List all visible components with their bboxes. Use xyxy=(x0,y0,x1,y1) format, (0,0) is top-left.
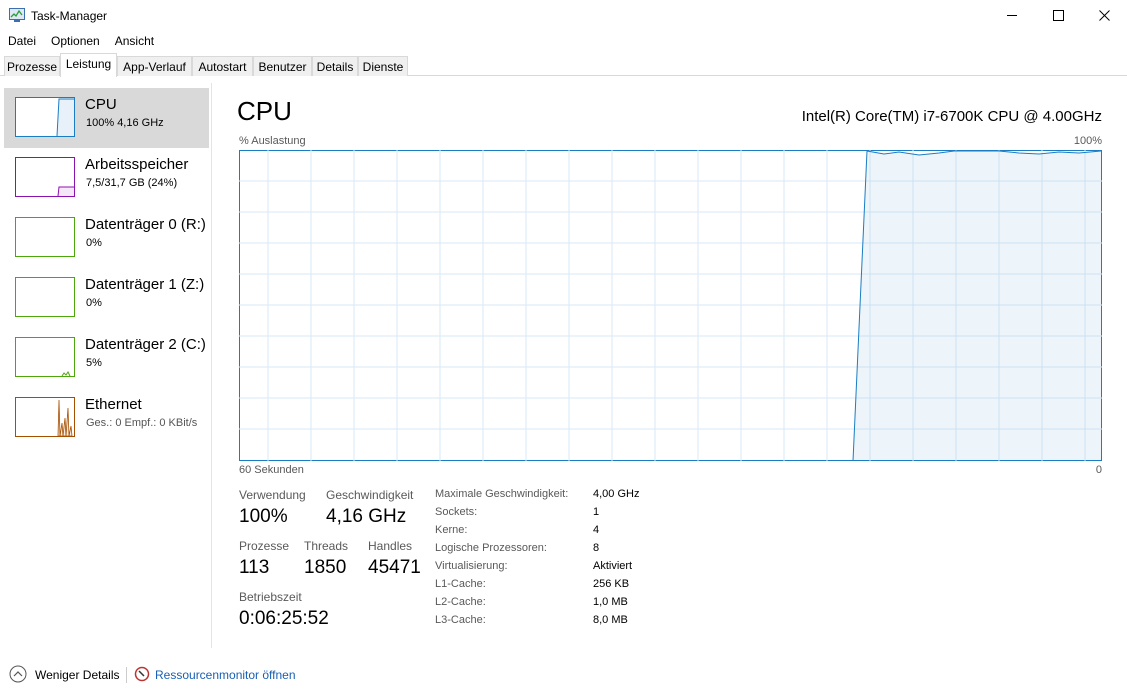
menu-options[interactable]: Optionen xyxy=(43,31,107,51)
task-manager-icon xyxy=(9,8,25,22)
cpu-usage-area xyxy=(853,151,1101,461)
processes-label: Prozesse xyxy=(239,539,290,553)
close-button[interactable] xyxy=(1081,0,1127,31)
tab-startup[interactable]: Autostart xyxy=(192,56,253,76)
graph-x-min-label: 0 xyxy=(1095,464,1102,476)
sidebar-item-title: CPU xyxy=(85,96,117,113)
spec-label-l3-cache: L3-Cache: xyxy=(435,614,486,626)
tab-details[interactable]: Details xyxy=(312,56,358,76)
graph-x-label: 60 Sekunden xyxy=(239,464,304,476)
title-bar: Task-Manager xyxy=(0,0,1127,31)
spec-value-sockets: 1 xyxy=(593,506,600,518)
maximize-button[interactable] xyxy=(1035,0,1081,31)
tab-users[interactable]: Benutzer xyxy=(253,56,312,76)
uptime-value: 0:06:25:52 xyxy=(239,608,329,629)
cpu-model-name: Intel(R) Core(TM) i7-6700K CPU @ 4.00GHz xyxy=(801,108,1102,125)
graph-y-max-label: 100% xyxy=(1073,135,1102,147)
window-title: Task-Manager xyxy=(31,9,108,23)
ethernet-mini-graph xyxy=(15,397,75,437)
fewer-details-link[interactable]: Weniger Details xyxy=(35,668,119,682)
threads-value: 1850 xyxy=(304,557,347,578)
spec-value-logical-processors: 8 xyxy=(593,542,600,554)
tab-performance[interactable]: Leistung xyxy=(60,53,117,77)
speed-value: 4,16 GHz xyxy=(326,506,407,527)
sidebar-item-title: Datenträger 1 (Z:) xyxy=(85,276,205,293)
disk-0-mini-graph xyxy=(15,217,75,257)
page-title: CPU xyxy=(237,96,292,126)
spec-label-logical-processors: Logische Prozessoren: xyxy=(435,542,547,554)
sidebar-item-subtitle: 5% xyxy=(86,357,102,369)
sidebar-item-disk-2[interactable]: Datenträger 2 (C:) 5% xyxy=(4,328,209,388)
spec-label-l1-cache: L1-Cache: xyxy=(435,578,486,590)
spec-label-l2-cache: L2-Cache: xyxy=(435,596,486,608)
graph-y-label: % Auslastung xyxy=(239,135,306,147)
memory-mini-graph xyxy=(15,157,75,197)
spec-label-virtualization: Virtualisierung: xyxy=(435,560,508,572)
sidebar-item-title: Ethernet xyxy=(85,396,142,413)
sidebar-item-title: Datenträger 2 (C:) xyxy=(85,336,206,353)
footer-separator xyxy=(126,667,127,683)
threads-label: Threads xyxy=(304,539,349,553)
usage-label: Verwendung xyxy=(239,488,306,502)
tab-services[interactable]: Dienste xyxy=(358,56,408,76)
usage-value: 100% xyxy=(239,506,288,527)
sidebar-item-subtitle: 0% xyxy=(86,297,102,309)
sidebar-item-disk-1[interactable]: Datenträger 1 (Z:) 0% xyxy=(4,268,209,328)
spec-value-l2-cache: 1,0 MB xyxy=(593,596,628,608)
speed-label: Geschwindigkeit xyxy=(326,488,414,502)
processes-value: 113 xyxy=(239,557,270,578)
sidebar-item-subtitle: 100% 4,16 GHz xyxy=(86,117,164,129)
menu-view[interactable]: Ansicht xyxy=(107,31,161,51)
close-icon xyxy=(1098,10,1110,21)
spec-label-cores: Kerne: xyxy=(435,524,468,536)
handles-label: Handles xyxy=(368,539,413,553)
sidebar-item-subtitle: 0% xyxy=(86,237,102,249)
handles-value: 45471 xyxy=(368,557,421,578)
sidebar-item-subtitle: Ges.: 0 Empf.: 0 KBit/s xyxy=(86,417,198,429)
sidebar-item-title: Datenträger 0 (R:) xyxy=(85,216,206,233)
spec-value-l1-cache: 256 KB xyxy=(593,578,630,590)
sidebar-item-memory[interactable]: Arbeitsspeicher 7,5/31,7 GB (24%) xyxy=(4,148,209,208)
tab-processes[interactable]: Prozesse xyxy=(4,56,60,76)
spec-value-cores: 4 xyxy=(593,524,600,536)
sidebar-item-ethernet[interactable]: Ethernet Ges.: 0 Empf.: 0 KBit/s xyxy=(4,388,209,448)
cpu-usage-graph xyxy=(239,150,1102,461)
resource-sidebar: CPU 100% 4,16 GHz Arbeitsspeicher 7,5/31… xyxy=(0,83,212,648)
disk-2-mini-graph xyxy=(15,337,75,377)
spec-label-sockets: Sockets: xyxy=(435,506,478,518)
menu-bar: Datei Optionen Ansicht xyxy=(0,31,1127,51)
disk-1-mini-graph xyxy=(15,277,75,317)
minimize-button[interactable] xyxy=(989,0,1035,31)
chevron-up-circle-icon[interactable] xyxy=(9,665,27,683)
spec-value-virtualization: Aktiviert xyxy=(593,560,633,572)
resource-monitor-icon[interactable] xyxy=(134,665,150,683)
spec-value-max-speed: 4,00 GHz xyxy=(593,488,640,500)
uptime-label: Betriebszeit xyxy=(239,590,302,604)
cpu-mini-graph xyxy=(15,97,75,137)
sidebar-item-disk-0[interactable]: Datenträger 0 (R:) 0% xyxy=(4,208,209,268)
sidebar-item-subtitle: 7,5/31,7 GB (24%) xyxy=(86,177,178,189)
menu-file[interactable]: Datei xyxy=(0,31,43,51)
maximize-icon xyxy=(1052,10,1064,21)
open-resource-monitor-link[interactable]: Ressourcenmonitor öffnen xyxy=(155,668,296,682)
minimize-icon xyxy=(1006,15,1017,16)
sidebar-item-title: Arbeitsspeicher xyxy=(85,156,189,173)
footer-bar: Weniger Details Ressourcenmonitor öffnen xyxy=(0,660,1127,690)
spec-label-max-speed: Maximale Geschwindigkeit: xyxy=(435,488,569,500)
tab-bar: Prozesse Leistung App-Verlauf Autostart … xyxy=(0,53,1127,77)
sidebar-item-cpu[interactable]: CPU 100% 4,16 GHz xyxy=(4,88,209,148)
tab-app-history[interactable]: App-Verlauf xyxy=(117,56,192,76)
spec-value-l3-cache: 8,0 MB xyxy=(593,614,628,626)
